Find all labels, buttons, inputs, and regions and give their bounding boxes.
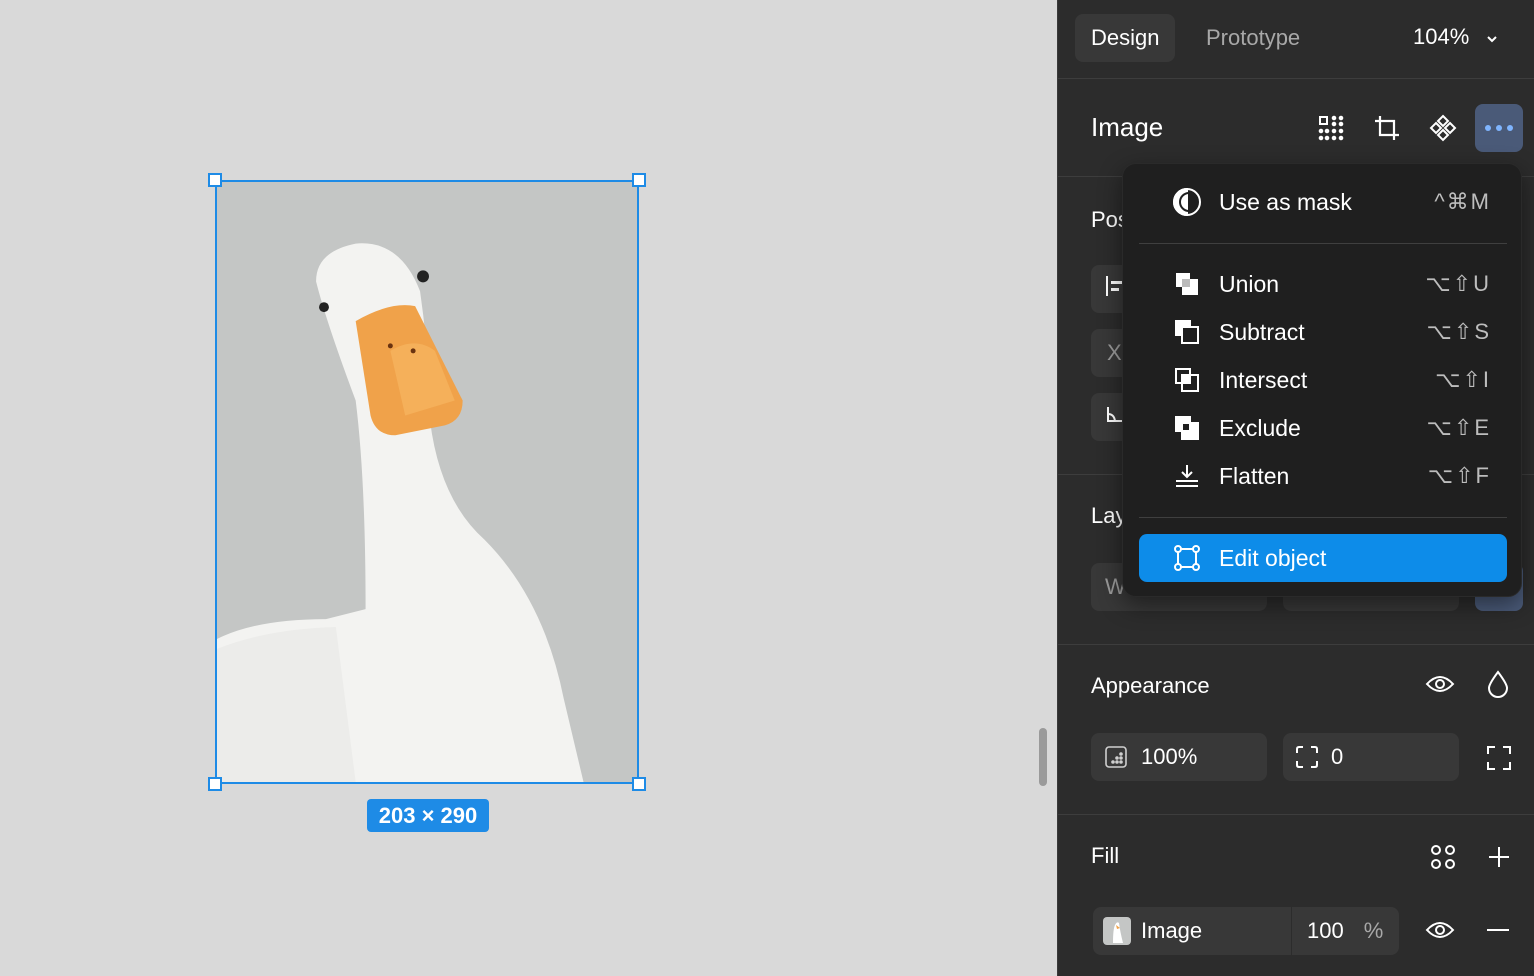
- corner-radius-icon: [1295, 745, 1319, 769]
- subtract-icon: [1171, 319, 1203, 345]
- opacity-field[interactable]: 100%: [1091, 733, 1267, 781]
- remove-fill-icon[interactable]: [1481, 913, 1515, 947]
- intersect-icon: [1171, 367, 1203, 393]
- menu-item-intersect[interactable]: Intersect ⌥⇧I: [1139, 356, 1507, 404]
- tab-design[interactable]: Design: [1075, 14, 1176, 62]
- menu-item-edit-object[interactable]: Edit object: [1139, 534, 1507, 582]
- fill-opacity[interactable]: 100: [1307, 918, 1344, 944]
- image-thumbnail[interactable]: [1103, 917, 1131, 945]
- fill-section-title: Fill: [1091, 843, 1120, 868]
- independent-corners-icon[interactable]: [1483, 742, 1515, 774]
- chevron-down-icon: [1485, 24, 1499, 50]
- x-field-label: X: [1107, 340, 1122, 365]
- selection-size-badge: 203 × 290: [367, 799, 489, 832]
- fill-section: Fill Image 100 %: [1058, 815, 1534, 976]
- menu-shortcut: ⌥⇧U: [1425, 271, 1491, 296]
- image-section-title: Image: [1091, 112, 1164, 142]
- fill-row[interactable]: Image 100 %: [1093, 907, 1399, 955]
- opacity-value: 100%: [1141, 744, 1198, 769]
- appearance-section-title: Appearance: [1091, 673, 1210, 698]
- menu-item-flatten[interactable]: Flatten ⌥⇧F: [1139, 452, 1507, 500]
- zoom-dropdown[interactable]: 104%: [1413, 24, 1499, 50]
- mask-icon: [1171, 187, 1203, 217]
- menu-item-exclude[interactable]: Exclude ⌥⇧E: [1139, 404, 1507, 452]
- menu-item-union[interactable]: Union ⌥⇧U: [1139, 260, 1507, 308]
- menu-item-use-as-mask[interactable]: Use as mask ^⌘M: [1139, 178, 1507, 226]
- menu-separator: [1139, 243, 1507, 244]
- styles-icon[interactable]: [1426, 840, 1460, 874]
- menu-label: Use as mask: [1219, 188, 1352, 215]
- crop-icon[interactable]: [1370, 111, 1404, 145]
- resize-handle-bottom-left[interactable]: [208, 777, 222, 791]
- radius-value: 0: [1331, 744, 1344, 769]
- menu-label: Edit object: [1219, 544, 1327, 571]
- duck-image[interactable]: [215, 180, 639, 784]
- fill-type: Image: [1141, 918, 1203, 943]
- menu-separator: [1139, 517, 1507, 518]
- flatten-icon: [1171, 463, 1203, 489]
- opacity-icon: [1105, 746, 1127, 768]
- menu-shortcut: ⌥⇧S: [1426, 319, 1491, 344]
- panel-tabs: Design Prototype 104%: [1058, 0, 1534, 79]
- resize-handle-top-left[interactable]: [208, 173, 222, 187]
- menu-shortcut: ⌥⇧E: [1426, 415, 1491, 440]
- blend-drop-icon[interactable]: [1481, 667, 1515, 701]
- fill-visibility-icon[interactable]: [1423, 913, 1457, 947]
- menu-label: Subtract: [1219, 318, 1305, 345]
- more-icon[interactable]: [1475, 104, 1523, 152]
- zoom-value: 104%: [1413, 24, 1470, 49]
- boolean-context-menu: Use as mask ^⌘M Union ⌥⇧U Subtract ⌥⇧S I…: [1122, 163, 1522, 597]
- resize-handle-bottom-right[interactable]: [632, 777, 646, 791]
- menu-label: Intersect: [1219, 366, 1308, 393]
- exclude-icon: [1171, 415, 1203, 441]
- component-icon[interactable]: [1426, 111, 1460, 145]
- edit-object-icon: [1171, 544, 1203, 572]
- eye-icon[interactable]: [1423, 667, 1457, 701]
- resize-handle-top-right[interactable]: [632, 173, 646, 187]
- tab-prototype[interactable]: Prototype: [1190, 14, 1316, 62]
- menu-label: Exclude: [1219, 414, 1301, 441]
- grid-icon[interactable]: [1314, 111, 1348, 145]
- menu-item-subtract[interactable]: Subtract ⌥⇧S: [1139, 308, 1507, 356]
- canvas-scrollbar[interactable]: [1039, 728, 1047, 786]
- menu-shortcut: ⌥⇧F: [1427, 463, 1491, 488]
- menu-label: Union: [1219, 270, 1280, 297]
- fill-divider: [1291, 907, 1292, 955]
- appearance-section: Appearance 100% 0: [1058, 645, 1534, 815]
- fill-opacity-unit: %: [1363, 918, 1384, 943]
- menu-label: Flatten: [1219, 462, 1290, 489]
- canvas[interactable]: 203 × 290: [0, 0, 1057, 976]
- radius-field[interactable]: 0: [1283, 733, 1459, 781]
- union-icon: [1171, 271, 1203, 297]
- menu-shortcut: ^⌘M: [1434, 189, 1491, 214]
- menu-shortcut: ⌥⇧I: [1435, 367, 1491, 392]
- add-fill-icon[interactable]: [1482, 840, 1516, 874]
